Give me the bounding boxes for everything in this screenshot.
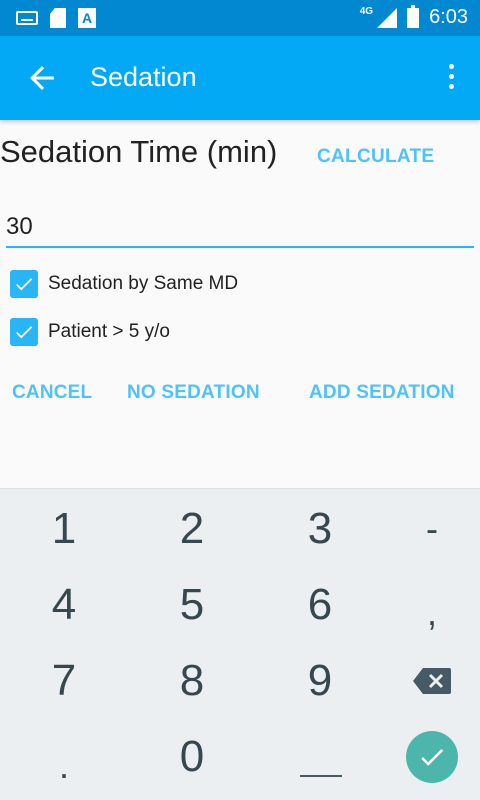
cancel-button[interactable]: CANCEL xyxy=(12,382,92,404)
clock: 6:03 xyxy=(429,6,468,28)
key-9[interactable]: 9 xyxy=(280,643,360,719)
key-1[interactable]: 1 xyxy=(24,491,104,567)
key-6[interactable]: 6 xyxy=(280,567,360,643)
key-comma[interactable]: , xyxy=(392,575,472,651)
key-dot[interactable]: . xyxy=(24,728,104,800)
key-4[interactable]: 4 xyxy=(24,567,104,643)
key-2[interactable]: 2 xyxy=(152,491,232,567)
network-type: 4G xyxy=(359,6,374,17)
same-md-label: Sedation by Same MD xyxy=(48,273,239,294)
sedation-time-input[interactable] xyxy=(6,200,474,246)
no-sedation-button[interactable]: NO SEDATION xyxy=(127,382,260,404)
patient-age-checkbox-row[interactable]: Patient > 5 y/o xyxy=(10,318,170,346)
space-icon[interactable] xyxy=(300,775,342,777)
calculate-button[interactable]: CALCULATE xyxy=(317,146,434,168)
patient-age-label: Patient > 5 y/o xyxy=(48,321,170,342)
same-md-checkbox-row[interactable]: Sedation by Same MD xyxy=(10,270,238,298)
text-icon: A xyxy=(78,8,96,28)
key-0[interactable]: 0 xyxy=(152,719,232,795)
done-check-icon[interactable] xyxy=(406,731,458,783)
app-bar: Sedation xyxy=(0,36,480,120)
status-left-icons: A xyxy=(16,8,96,28)
status-bar: A 4G 6:03 xyxy=(0,0,480,36)
more-vert-icon[interactable] xyxy=(446,64,456,94)
add-sedation-button[interactable]: ADD SEDATION xyxy=(309,382,455,404)
signal-icon xyxy=(377,7,398,28)
keyboard-icon xyxy=(16,11,38,25)
sd-card-icon xyxy=(50,8,66,28)
key-7[interactable]: 7 xyxy=(24,643,104,719)
key-3[interactable]: 3 xyxy=(280,491,360,567)
key-minus[interactable]: - xyxy=(392,491,472,567)
key-8[interactable]: 8 xyxy=(152,643,232,719)
checkbox-checked-icon[interactable] xyxy=(10,318,38,346)
battery-charging-icon xyxy=(407,4,420,28)
key-5[interactable]: 5 xyxy=(152,567,232,643)
status-right: 4G 6:03 xyxy=(359,4,468,29)
sedation-time-field-wrap xyxy=(6,200,474,248)
page-title: Sedation xyxy=(90,62,197,92)
sedation-time-heading: Sedation Time (min) xyxy=(0,134,278,169)
arrow-back-icon[interactable] xyxy=(24,60,60,96)
checkbox-checked-icon[interactable] xyxy=(10,270,38,298)
backspace-icon[interactable] xyxy=(392,643,472,719)
